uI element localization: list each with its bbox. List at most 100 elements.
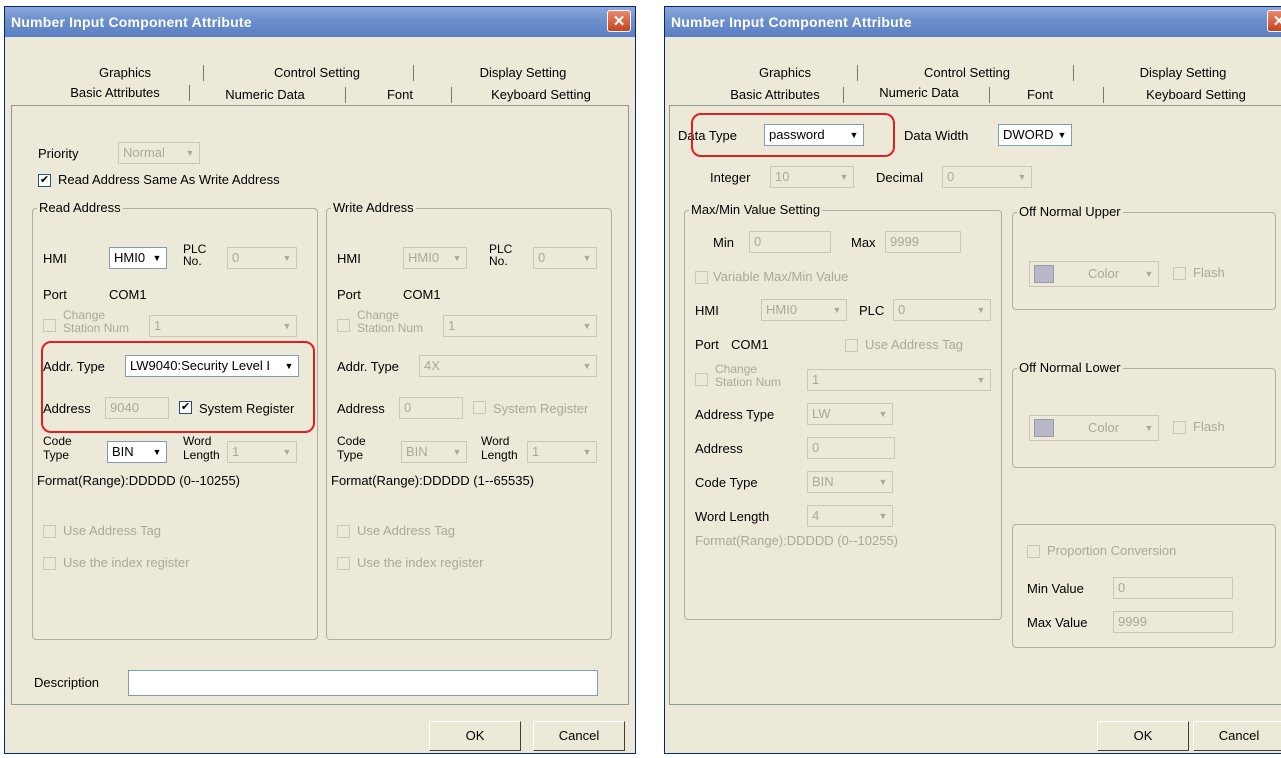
port-label: Port (337, 287, 361, 302)
word-length-select[interactable]: 1 ▼ (527, 441, 597, 463)
word-length-label-line2: Length (183, 448, 220, 462)
change-station-checkbox[interactable] (337, 319, 350, 332)
tab-separator (451, 87, 452, 103)
min-value-label: Min Value (1027, 581, 1084, 596)
chevron-down-icon: ▼ (1144, 423, 1154, 433)
tab-basic-attributes[interactable]: Basic Attributes (45, 83, 185, 103)
off-normal-lower-group: Off Normal Lower Color ▼ Flash (1012, 360, 1276, 468)
word-length-select[interactable]: 1 ▼ (227, 441, 297, 463)
tab-control-setting[interactable]: Control Setting (219, 63, 415, 83)
decimal-select[interactable]: 0 ▼ (942, 166, 1032, 188)
hmi-select[interactable]: HMI0 ▼ (761, 299, 847, 321)
use-address-tag-checkbox[interactable] (845, 339, 858, 352)
tab-font[interactable]: Font (995, 85, 1085, 105)
hmi-value: HMI0 (766, 302, 798, 317)
tab-keyboard-setting[interactable]: Keyboard Setting (1111, 85, 1281, 105)
data-width-select[interactable]: DWORD ▼ (998, 124, 1072, 146)
address-input[interactable]: 0 (399, 397, 463, 419)
priority-select[interactable]: Normal ▼ (118, 142, 200, 164)
min-input[interactable]: 0 (749, 231, 831, 253)
color-select[interactable]: Color ▼ (1029, 261, 1159, 287)
station-num-select[interactable]: 1 ▼ (443, 315, 597, 337)
tab-control-setting[interactable]: Control Setting (869, 63, 1065, 83)
group-title: Write Address (331, 200, 416, 215)
max-value-input[interactable]: 9999 (1113, 611, 1233, 633)
tab-graphics[interactable]: Graphics (705, 63, 865, 83)
code-type-select[interactable]: BIN ▼ (401, 441, 467, 463)
integer-value: 10 (775, 169, 790, 184)
title-bar[interactable]: Number Input Component Attribute ✕ (665, 7, 1281, 37)
address-type-value: LW (812, 406, 831, 421)
tab-numeric-data[interactable]: Numeric Data (195, 85, 335, 105)
address-type-select[interactable]: LW ▼ (807, 403, 893, 425)
use-address-tag-label: Use Address Tag (865, 337, 964, 352)
variable-max-min-checkbox[interactable] (695, 271, 708, 284)
variable-max-min-label: Variable Max/Min Value (713, 269, 849, 284)
tab-basic-attributes[interactable]: Basic Attributes (705, 85, 845, 105)
change-label-line1: Change (357, 308, 400, 322)
description-input[interactable] (128, 670, 598, 696)
system-register-checkbox[interactable] (473, 401, 486, 414)
tab-display-setting[interactable]: Display Setting (1085, 63, 1281, 83)
use-index-register-checkbox[interactable] (43, 557, 56, 570)
highlight-box (41, 341, 315, 433)
port-label: Port (43, 287, 67, 302)
max-input[interactable]: 9999 (885, 231, 961, 253)
code-type-label: Code Type (695, 475, 758, 490)
tab-numeric-data[interactable]: Numeric Data (849, 83, 989, 103)
tab-separator (203, 65, 204, 81)
color-label: Color (1088, 266, 1120, 281)
integer-select[interactable]: 10 ▼ (770, 166, 854, 188)
title-bar[interactable]: Number Input Component Attribute ✕ (5, 7, 635, 37)
chevron-down-icon: ▼ (878, 511, 888, 521)
tab-panel: Data Type password ▼ Data Width DWORD ▼ … (669, 105, 1281, 705)
max-min-group: Max/Min Value Setting Min 0 Max 9999 Var… (684, 202, 1002, 620)
close-icon[interactable]: ✕ (1267, 10, 1281, 32)
station-num-select[interactable]: 1 ▼ (149, 315, 297, 337)
cancel-button[interactable]: Cancel (1193, 721, 1281, 751)
tab-separator (345, 87, 346, 103)
plc-select[interactable]: 0 ▼ (893, 299, 991, 321)
tab-font[interactable]: Font (355, 85, 445, 105)
chevron-down-icon: ▼ (1017, 172, 1027, 182)
read-same-checkbox[interactable]: ✔ (38, 174, 51, 187)
tab-graphics[interactable]: Graphics (45, 63, 205, 83)
port-label: Port (695, 337, 719, 352)
ok-button[interactable]: OK (429, 721, 521, 751)
use-address-tag-checkbox[interactable] (43, 525, 56, 538)
tab-keyboard-setting[interactable]: Keyboard Setting (461, 85, 621, 105)
code-type-select[interactable]: BIN ▼ (107, 441, 167, 463)
flash-checkbox[interactable] (1173, 421, 1186, 434)
flash-label: Flash (1193, 265, 1225, 280)
close-icon[interactable]: ✕ (607, 10, 631, 32)
plc-label: PLC (859, 303, 885, 318)
ok-button[interactable]: OK (1097, 721, 1189, 751)
chevron-down-icon: ▼ (282, 253, 292, 263)
cancel-button[interactable]: Cancel (533, 721, 625, 751)
chevron-down-icon: ▼ (878, 477, 888, 487)
plc-no-select[interactable]: 0 ▼ (227, 247, 297, 269)
word-length-value: 1 (232, 444, 240, 459)
change-station-checkbox[interactable] (695, 373, 708, 386)
address-input[interactable]: 0 (807, 437, 895, 459)
addr-type-select[interactable]: 4X ▼ (419, 355, 597, 377)
station-num-select[interactable]: 1 ▼ (807, 369, 991, 391)
use-address-tag-checkbox[interactable] (337, 525, 350, 538)
min-value-input[interactable]: 0 (1113, 577, 1233, 599)
tab-display-setting[interactable]: Display Setting (425, 63, 621, 83)
off-normal-upper-group: Off Normal Upper Color ▼ Flash (1012, 204, 1276, 310)
hmi-label: HMI (43, 251, 67, 266)
chevron-down-icon: ▼ (1144, 269, 1154, 279)
use-index-register-checkbox[interactable] (337, 557, 350, 570)
change-station-checkbox[interactable] (43, 319, 56, 332)
proportion-conversion-checkbox[interactable] (1027, 545, 1040, 558)
code-type-value: BIN (112, 444, 134, 459)
word-length-select[interactable]: 4 ▼ (807, 505, 893, 527)
hmi-select[interactable]: HMI0 ▼ (109, 247, 167, 269)
hmi-select[interactable]: HMI0 ▼ (403, 247, 467, 269)
color-select[interactable]: Color ▼ (1029, 415, 1159, 441)
plc-label-line2: No. (183, 254, 202, 268)
code-type-select[interactable]: BIN ▼ (807, 471, 893, 493)
plc-no-select[interactable]: 0 ▼ (533, 247, 597, 269)
flash-checkbox[interactable] (1173, 267, 1186, 280)
